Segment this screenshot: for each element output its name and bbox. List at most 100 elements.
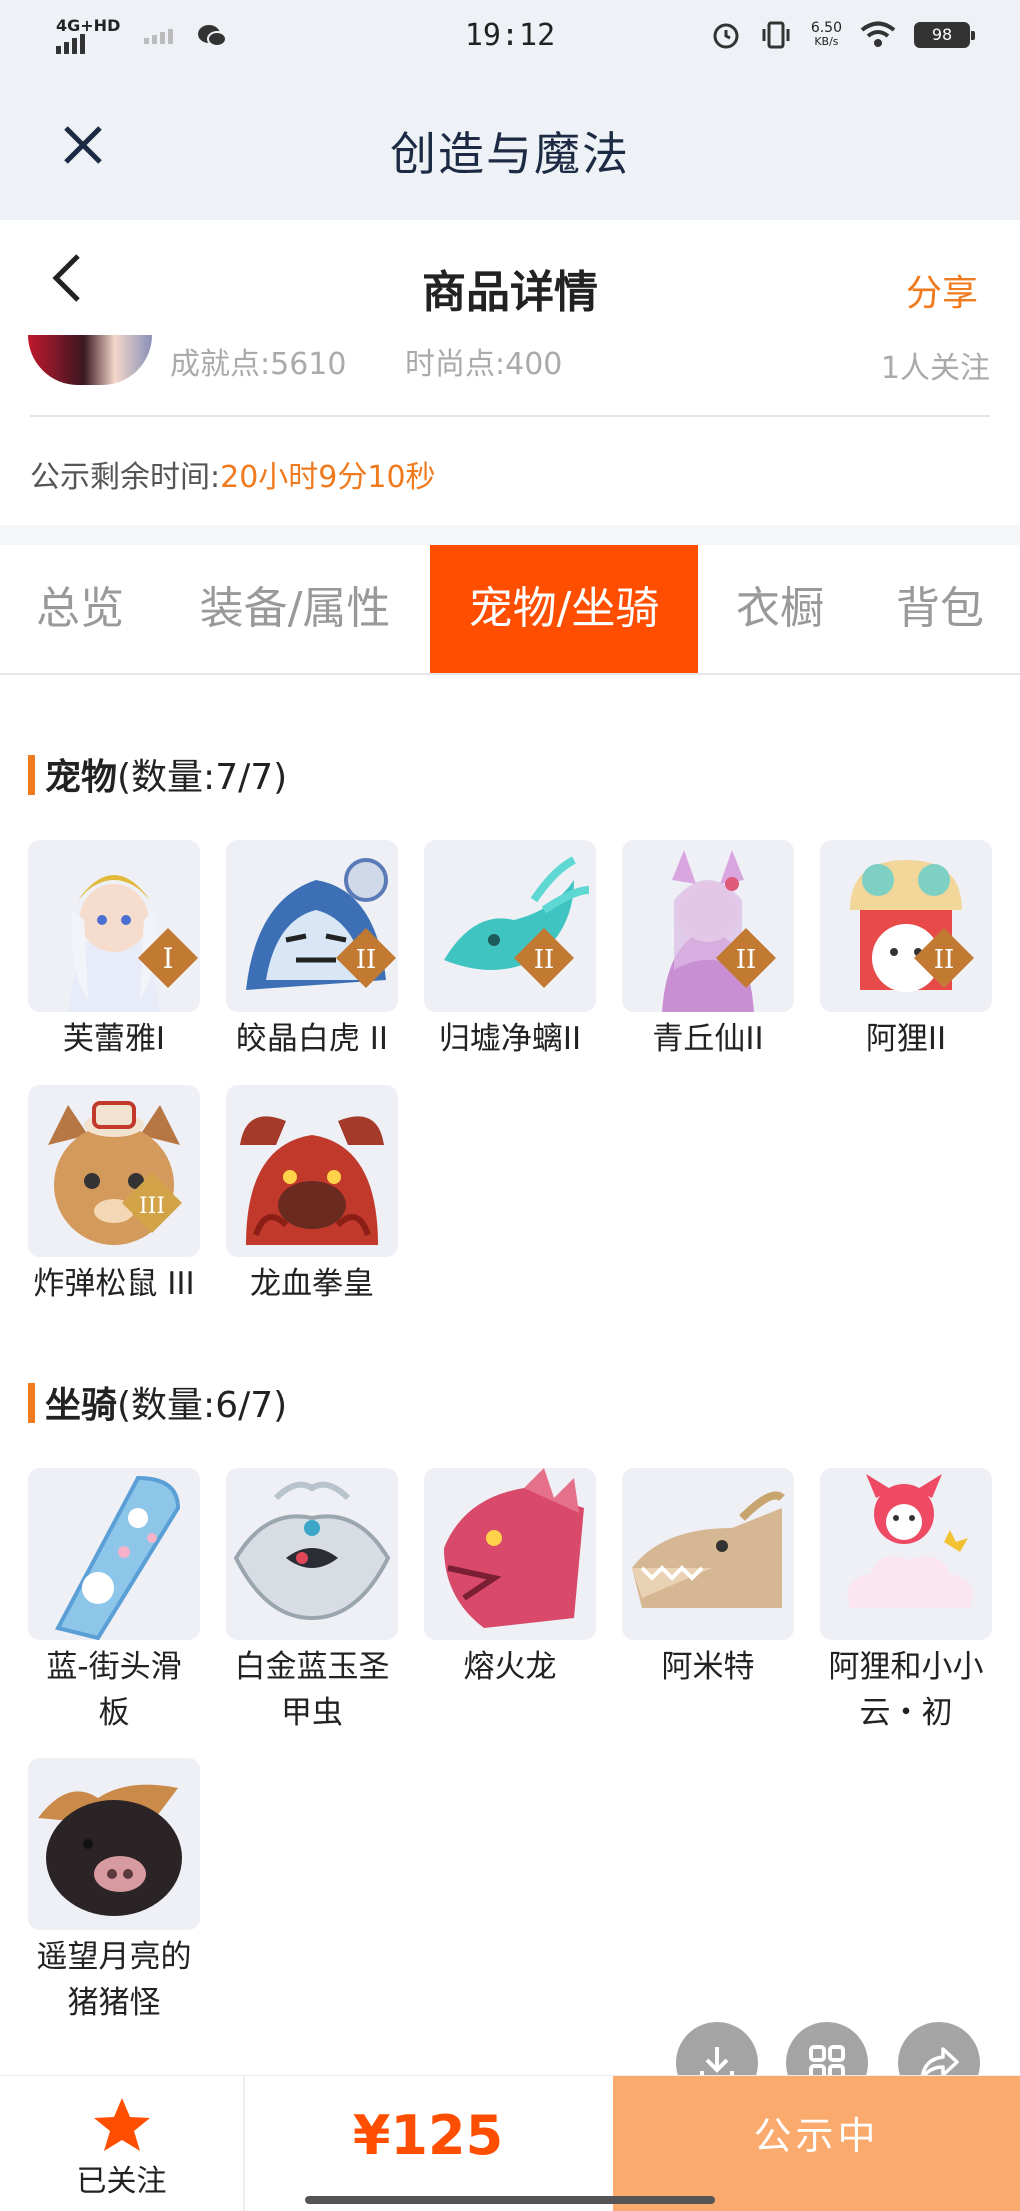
account-stats: 成就点:5610 时尚点:400 1人关注 — [0, 335, 1020, 415]
avatar — [28, 335, 152, 385]
pet-item[interactable]: II 青丘仙II — [622, 840, 794, 1062]
mount-name-line1: 阿米特 — [661, 1649, 755, 1685]
price: ¥125 — [352, 2104, 504, 2167]
mounts-title: 坐骑 — [45, 1385, 118, 1426]
scarab-mount-icon — [226, 1468, 398, 1640]
battery-icon: 98 — [914, 22, 975, 48]
pet-name: 阿狸II — [865, 1021, 947, 1057]
mount-name-line1: 遥望月亮的 — [36, 1939, 192, 1975]
mount-name: 阿米特 — [622, 1644, 794, 1690]
svg-text:II: II — [534, 945, 555, 975]
section-marker — [28, 755, 35, 795]
ali-fox-pet-icon: II — [820, 840, 992, 1012]
tier-badge: I — [162, 942, 173, 975]
pet-item[interactable]: III 炸弹松鼠 III — [28, 1085, 200, 1307]
status-bar: 4G+HD 19:12 6.50 KB/s 98 — [0, 0, 1020, 80]
pet-name: 芙蕾雅I — [62, 1021, 166, 1057]
achievement-points: 成就点:5610 — [170, 347, 347, 382]
net-speed: 6.50 KB/s — [811, 21, 842, 49]
mount-item[interactable]: 遥望月亮的 猪猪怪 — [28, 1758, 200, 2026]
tab-bar: 总览 装备/属性 宠物/坐骑 衣橱 背包 — [0, 545, 1020, 675]
follow-button[interactable]: 已关注 — [0, 2076, 245, 2211]
jade-dragon-pet-icon: II — [424, 840, 596, 1012]
page-title: 商品详情 — [422, 267, 598, 318]
mount-name-line1: 白金蓝玉圣 — [234, 1649, 390, 1685]
net-speed-value: 6.50 — [810, 20, 842, 36]
share-button[interactable]: 分享 — [906, 264, 978, 316]
wifi-icon — [860, 21, 896, 47]
tab-backpack[interactable]: 背包 — [870, 545, 1010, 673]
pets-title: 宠物 — [45, 757, 118, 798]
mount-name: 遥望月亮的 猪猪怪 — [28, 1934, 200, 2026]
ammit-mount-icon — [622, 1468, 794, 1640]
mount-name-line2: 板 — [98, 1695, 130, 1731]
svg-text:II: II — [356, 945, 377, 975]
mount-item[interactable]: 熔火龙 — [424, 1468, 596, 1690]
svg-text:III: III — [139, 1194, 165, 1219]
mount-name-line1: 熔火龙 — [463, 1649, 557, 1685]
svg-text:II: II — [934, 945, 955, 975]
mount-item[interactable]: 阿米特 — [622, 1468, 794, 1690]
pet-item[interactable]: II 归墟净螭II — [424, 840, 596, 1062]
net-speed-unit: KB/s — [814, 35, 839, 48]
pet-name: 青丘仙II — [652, 1021, 764, 1057]
mount-name: 白金蓝玉圣 甲虫 — [226, 1644, 398, 1736]
mount-name: 阿狸和小小 云・初 — [820, 1644, 992, 1736]
pig-mount-icon — [28, 1758, 200, 1930]
fox-fairy-pet-icon: II — [622, 840, 794, 1012]
status-right: 6.50 KB/s 98 — [711, 20, 975, 50]
pet-name: 炸弹松鼠 III — [33, 1266, 195, 1302]
magma-dragon-mount-icon — [424, 1468, 596, 1640]
pets-section-title: 宠物(数量:7/7) — [28, 748, 287, 800]
bomb-squirrel-pet-icon: III — [28, 1085, 200, 1257]
mounts-section-title: 坐骑(数量:6/7) — [28, 1376, 287, 1428]
pet-item[interactable]: II 皎晶白虎 II — [226, 840, 398, 1062]
mount-name: 蓝-街头滑板 — [28, 1644, 200, 1736]
page-header: 商品详情 分享 — [0, 220, 1020, 335]
publicity-timer: 公示剩余时间:20小时9分10秒 — [30, 452, 436, 496]
pet-name: 龙血拳皇 — [250, 1266, 374, 1302]
mounts-count: (数量:6/7) — [117, 1385, 288, 1426]
mount-item[interactable]: 白金蓝玉圣 甲虫 — [226, 1468, 398, 1736]
divider — [30, 415, 990, 417]
publicity-remaining: 20小时9分10秒 — [220, 460, 436, 495]
app-title: 创造与魔法 — [390, 127, 630, 181]
bottom-bar: 已关注 ¥125 公示中 — [0, 2075, 1020, 2211]
mount-name-line2: 猪猪怪 — [67, 1985, 161, 2021]
tab-equipment[interactable]: 装备/属性 — [175, 545, 415, 673]
alarm-icon — [713, 23, 739, 49]
pet-item[interactable]: II 阿狸II — [820, 840, 992, 1062]
ali-cloud-mount-icon — [820, 1468, 992, 1640]
publicity-status-button[interactable]: 公示中 — [613, 2076, 1020, 2211]
section-gap — [0, 525, 1020, 545]
publicity-label: 公示剩余时间: — [30, 460, 221, 495]
dragon-boxer-pet-icon — [226, 1085, 398, 1257]
mount-name: 熔火龙 — [424, 1644, 596, 1690]
fashion-points: 时尚点:400 — [405, 347, 563, 382]
follow-label: 已关注 — [76, 2164, 167, 2199]
mount-item[interactable]: 蓝-街头滑板 — [28, 1468, 200, 1736]
tab-pets-mounts[interactable]: 宠物/坐骑 — [430, 545, 698, 673]
tab-wardrobe[interactable]: 衣橱 — [710, 545, 850, 673]
star-icon — [94, 2098, 150, 2151]
mount-name-line2: 云・初 — [859, 1695, 953, 1731]
pet-name: 归墟净螭II — [438, 1021, 582, 1057]
white-tiger-pet-icon: II — [226, 840, 398, 1012]
tab-overview[interactable]: 总览 — [0, 545, 160, 673]
skateboard-mount-icon — [28, 1468, 200, 1640]
mount-name-line2: 甲虫 — [281, 1695, 343, 1731]
app-bar: 创造与魔法 — [0, 80, 1020, 220]
section-marker — [28, 1383, 35, 1423]
pet-name: 皎晶白虎 II — [235, 1021, 389, 1057]
mount-item[interactable]: 阿狸和小小 云・初 — [820, 1468, 992, 1736]
vibrate-icon — [762, 21, 790, 49]
pet-item[interactable]: I 芙蕾雅I — [28, 840, 200, 1062]
goddess-pet-icon: I — [28, 840, 200, 1012]
follower-count: 1人关注 — [880, 351, 990, 386]
mount-name-line1: 阿狸和小小 — [828, 1649, 984, 1685]
pet-item[interactable]: 龙血拳皇 — [226, 1085, 398, 1307]
mount-name-line1: 蓝-街头滑 — [46, 1649, 182, 1685]
home-indicator[interactable] — [305, 2196, 715, 2204]
svg-text:II: II — [736, 945, 757, 975]
pets-count: (数量:7/7) — [117, 757, 288, 798]
